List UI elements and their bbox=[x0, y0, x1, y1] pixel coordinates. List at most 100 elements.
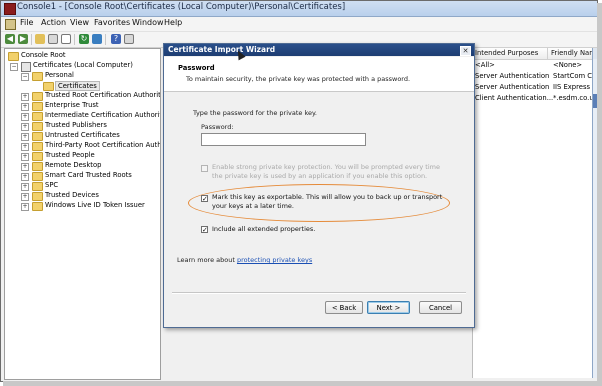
folder-icon bbox=[32, 112, 43, 121]
cell-friendly-name: *.esdm.co.u bbox=[553, 94, 593, 102]
table-row[interactable]: Server Authentication IIS Express I bbox=[473, 83, 593, 93]
up-folder-icon[interactable] bbox=[35, 34, 45, 44]
menu-window[interactable]: Window bbox=[132, 18, 164, 27]
collapse-icon[interactable]: − bbox=[10, 63, 18, 71]
copy-icon[interactable] bbox=[61, 34, 71, 44]
strong-protection-checkbox[interactable] bbox=[201, 165, 208, 172]
cell-friendly-name: StartCom Ce bbox=[553, 72, 593, 80]
back-arrow-icon[interactable]: ◀ bbox=[5, 34, 15, 44]
folder-icon bbox=[32, 142, 43, 151]
menu-action[interactable]: Action bbox=[41, 18, 66, 27]
expand-icon[interactable]: + bbox=[21, 113, 29, 121]
cell-intended-purposes: Client Authentication... bbox=[475, 94, 554, 102]
certificate-list: Intended Purposes Friendly Nam <All> <No… bbox=[472, 48, 593, 378]
show-hide-tree-icon[interactable] bbox=[48, 34, 58, 44]
certificate-snapin-icon bbox=[21, 62, 31, 72]
wizard-header: Password To maintain security, the priva… bbox=[164, 57, 474, 92]
menu-bar: File Action View Favorites Window Help bbox=[1, 17, 597, 32]
table-row[interactable]: <All> <None> bbox=[473, 61, 593, 71]
next-button[interactable]: Next > bbox=[367, 301, 410, 314]
expand-icon[interactable]: + bbox=[21, 203, 29, 211]
folder-icon bbox=[32, 172, 43, 181]
cell-intended-purposes: <All> bbox=[475, 61, 495, 69]
folder-icon bbox=[32, 162, 43, 171]
cell-intended-purposes: Server Authentication bbox=[475, 72, 550, 80]
tree-label: Intermediate Certification Authorities bbox=[45, 111, 161, 119]
toolbar-divider bbox=[74, 34, 75, 45]
expand-icon[interactable]: + bbox=[21, 93, 29, 101]
expand-icon[interactable]: + bbox=[21, 173, 29, 181]
password-label: Password: bbox=[201, 123, 234, 131]
cell-intended-purposes: Server Authentication bbox=[475, 83, 550, 91]
column-intended-purposes[interactable]: Intended Purposes bbox=[475, 49, 538, 57]
expand-icon[interactable]: + bbox=[21, 103, 29, 111]
extended-properties-checkbox[interactable]: ✓ bbox=[201, 226, 208, 234]
folder-icon bbox=[32, 122, 43, 131]
folder-icon bbox=[32, 102, 43, 111]
folder-icon bbox=[8, 52, 19, 61]
export-list-icon[interactable] bbox=[92, 34, 102, 44]
folder-icon bbox=[32, 202, 43, 211]
tree-label-selected: Certificates bbox=[55, 81, 100, 91]
dialog-title-bar[interactable]: Certificate Import Wizard ✕ bbox=[164, 44, 474, 56]
table-row[interactable]: Client Authentication... *.esdm.co.u bbox=[473, 94, 593, 104]
extended-properties-label: Include all extended properties. bbox=[212, 225, 316, 233]
expand-icon[interactable]: + bbox=[21, 163, 29, 171]
folder-icon bbox=[32, 92, 43, 101]
cancel-button[interactable]: Cancel bbox=[419, 301, 462, 314]
tree-label: Trusted Publishers bbox=[45, 121, 107, 129]
console-tree: Console Root − Certificates (Local Compu… bbox=[4, 48, 161, 380]
expand-icon[interactable]: + bbox=[21, 123, 29, 131]
menu-help[interactable]: Help bbox=[164, 18, 182, 27]
tree-label: Third-Party Root Certification Authoriti… bbox=[45, 141, 160, 149]
expand-icon[interactable]: + bbox=[21, 143, 29, 151]
cell-friendly-name: <None> bbox=[553, 61, 583, 69]
expand-icon[interactable]: + bbox=[21, 183, 29, 191]
column-friendly-name[interactable]: Friendly Nam bbox=[551, 49, 593, 57]
expand-icon[interactable]: + bbox=[21, 193, 29, 201]
help-icon[interactable]: ? bbox=[111, 34, 121, 44]
menu-file[interactable]: File bbox=[20, 18, 33, 27]
drop-shadow bbox=[3, 381, 602, 386]
folder-icon bbox=[32, 132, 43, 141]
mmc-window: Console1 - [Console Root\Certificates (L… bbox=[0, 0, 598, 382]
expand-icon[interactable]: + bbox=[21, 153, 29, 161]
tree-label: Trusted People bbox=[45, 151, 95, 159]
folder-icon bbox=[32, 152, 43, 161]
tree-label: Certificates (Local Computer) bbox=[33, 61, 133, 69]
learn-more-prefix: Learn more about bbox=[177, 256, 235, 264]
properties-icon[interactable] bbox=[124, 34, 134, 44]
dialog-title: Certificate Import Wizard bbox=[168, 45, 276, 54]
exportable-label: Mark this key as exportable. This will a… bbox=[212, 193, 443, 210]
certificate-import-wizard: Certificate Import Wizard ✕ Password To … bbox=[163, 43, 475, 328]
folder-icon bbox=[43, 82, 54, 91]
title-bar[interactable]: Console1 - [Console Root\Certificates (L… bbox=[1, 1, 597, 17]
system-menu-icon[interactable] bbox=[5, 19, 16, 30]
back-button[interactable]: < Back bbox=[325, 301, 363, 314]
exportable-checkbox[interactable]: ✓ bbox=[201, 195, 208, 203]
tree-label: SPC bbox=[45, 181, 59, 189]
collapse-icon[interactable]: − bbox=[21, 73, 29, 81]
protecting-private-keys-link[interactable]: protecting private keys bbox=[237, 256, 312, 264]
cell-friendly-name: IIS Express I bbox=[553, 83, 593, 91]
password-input[interactable] bbox=[201, 133, 366, 146]
menu-favorites[interactable]: Favorites bbox=[94, 18, 130, 27]
list-header: Intended Purposes Friendly Nam bbox=[473, 48, 593, 60]
tree-label: Windows Live ID Token Issuer bbox=[45, 201, 145, 209]
console-icon bbox=[4, 3, 16, 15]
folder-icon bbox=[32, 72, 43, 81]
wizard-heading: Password bbox=[178, 64, 215, 72]
toolbar-divider bbox=[31, 34, 32, 45]
menu-view[interactable]: View bbox=[70, 18, 89, 27]
tree-label: Smart Card Trusted Roots bbox=[45, 171, 132, 179]
button-divider bbox=[172, 292, 466, 294]
tree-label: Trusted Root Certification Authorities bbox=[45, 91, 161, 99]
expand-icon[interactable]: + bbox=[21, 133, 29, 141]
refresh-icon[interactable]: ↻ bbox=[79, 34, 89, 44]
column-divider[interactable] bbox=[547, 48, 548, 59]
toolbar-divider bbox=[105, 34, 106, 45]
password-instruction: Type the password for the private key. bbox=[193, 109, 317, 117]
forward-arrow-icon[interactable]: ▶ bbox=[18, 34, 28, 44]
table-row[interactable]: Server Authentication StartCom Ce bbox=[473, 72, 593, 82]
close-icon[interactable]: ✕ bbox=[460, 46, 471, 56]
